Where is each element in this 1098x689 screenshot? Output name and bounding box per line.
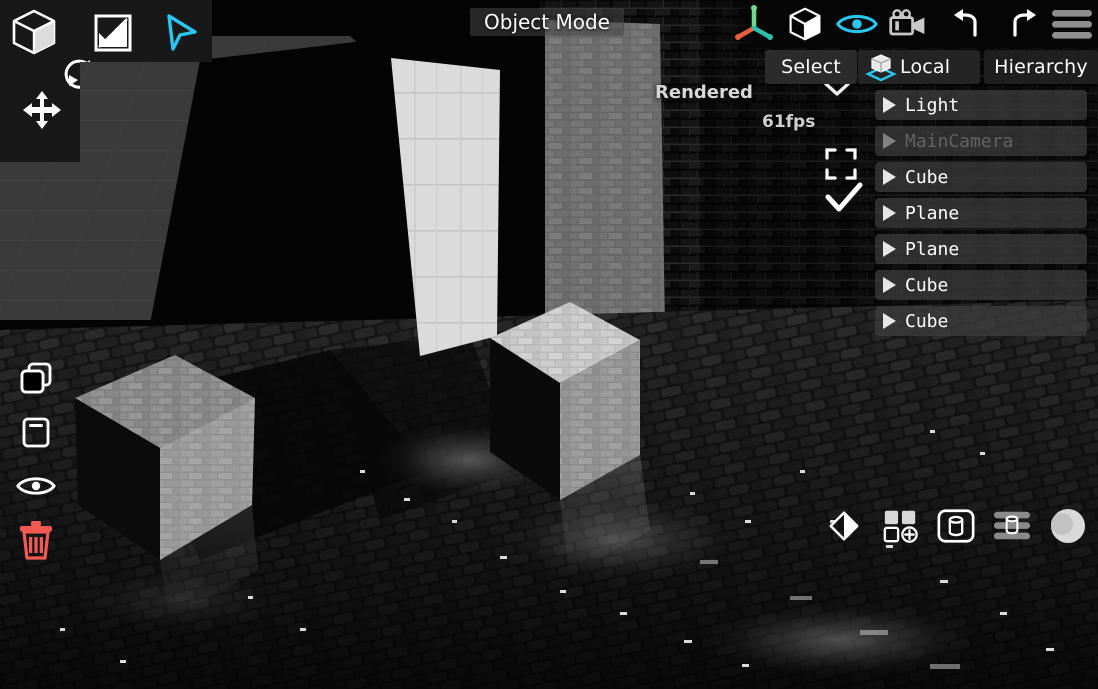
select-button-label: Select: [781, 56, 841, 78]
hierarchy-item-label: Light: [905, 95, 959, 116]
redo-icon[interactable]: [995, 2, 1047, 46]
eye-icon[interactable]: [831, 2, 883, 46]
camera-icon[interactable]: [883, 2, 935, 46]
paste-icon[interactable]: [10, 406, 62, 458]
hierarchy-row-3[interactable]: Plane: [875, 198, 1087, 228]
expand-triangle-icon[interactable]: [883, 241, 896, 257]
hierarchy-row-0[interactable]: Light: [875, 90, 1087, 120]
menu-icon[interactable]: [1046, 2, 1098, 46]
hierarchy-panel: Light MainCamera Cube Plane Plane Cube C…: [875, 90, 1087, 342]
cube-icon[interactable]: [6, 4, 62, 60]
hierarchy-item-label: Plane: [905, 239, 959, 260]
hierarchy-tab-button[interactable]: Hierarchy: [984, 50, 1098, 84]
cursor-icon[interactable]: [156, 8, 204, 56]
hierarchy-item-label: Cube: [905, 167, 948, 188]
hierarchy-item-label: MainCamera: [905, 131, 1013, 152]
move-icon[interactable]: [18, 86, 66, 134]
material-ball-icon[interactable]: [1046, 504, 1090, 548]
layers-icon[interactable]: [990, 504, 1034, 548]
copy-icon[interactable]: [10, 352, 62, 404]
hierarchy-item-label: Cube: [905, 311, 948, 332]
expand-triangle-icon[interactable]: [883, 169, 896, 185]
hierarchy-item-label: Cube: [905, 275, 948, 296]
confirm-check-icon[interactable]: [822, 178, 866, 218]
eye-icon[interactable]: [10, 460, 62, 512]
undo-icon[interactable]: [943, 2, 995, 46]
trash-icon[interactable]: [10, 514, 62, 566]
hierarchy-tab-label: Hierarchy: [994, 56, 1088, 78]
hierarchy-row-5[interactable]: Cube: [875, 270, 1087, 300]
expand-triangle-icon[interactable]: [883, 133, 896, 149]
cube-icon[interactable]: [780, 2, 832, 46]
hierarchy-row-2[interactable]: Cube: [875, 162, 1087, 192]
expand-triangle-icon[interactable]: [883, 277, 896, 293]
hierarchy-row-4[interactable]: Plane: [875, 234, 1087, 264]
left-toolbar: [10, 352, 62, 568]
hierarchy-item-label: Plane: [905, 203, 959, 224]
pivot-space-label: Local: [900, 56, 950, 78]
bottom-right-toolbar: [822, 503, 1090, 549]
object-props-icon[interactable]: [934, 504, 978, 548]
hierarchy-row-6[interactable]: Cube: [875, 306, 1087, 336]
top-right-toolbar: [728, 0, 1098, 48]
pivot-space-button[interactable]: Local: [858, 50, 980, 84]
shading-icon[interactable]: [822, 504, 866, 548]
hierarchy-row-1[interactable]: MainCamera: [875, 126, 1087, 156]
add-object-icon[interactable]: [878, 504, 922, 548]
select-button[interactable]: Select: [765, 50, 857, 84]
expand-triangle-icon[interactable]: [883, 313, 896, 329]
editor-root: Object Mode Rendered 61fps Select Local …: [0, 0, 1098, 689]
expand-triangle-icon[interactable]: [883, 205, 896, 221]
expand-triangle-icon[interactable]: [883, 97, 896, 113]
local-space-icon: [864, 52, 898, 82]
axis-gizmo-icon[interactable]: [728, 2, 780, 46]
